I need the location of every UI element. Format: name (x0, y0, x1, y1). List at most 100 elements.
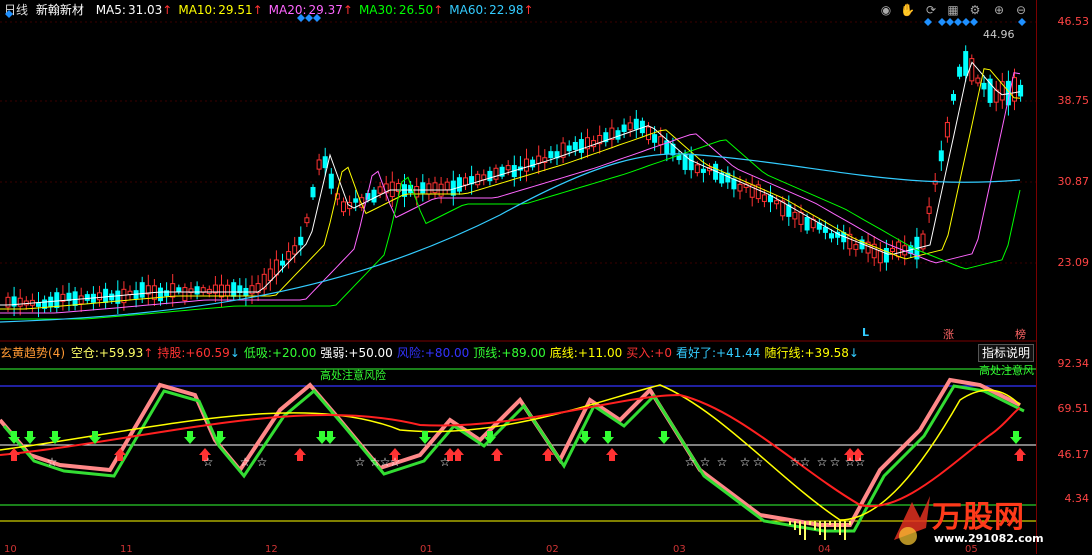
candle-body (572, 141, 578, 150)
candle-body (853, 244, 859, 250)
star-icon: ☆ (717, 455, 728, 469)
signal-diamond-icon (1018, 18, 1026, 26)
indicator-label: 底线: (549, 346, 578, 360)
signal-diamond-icon (305, 14, 313, 22)
indicator-axis-label: 92.34 (1057, 357, 1090, 370)
candle-body (103, 288, 109, 303)
month-label: 12 (265, 544, 278, 555)
indicator-axis-label: 46.17 (1057, 448, 1090, 461)
star-icon: ☆ (800, 455, 811, 469)
candle-body (804, 216, 810, 231)
watermark-url: www.291082.com (934, 532, 1044, 545)
indicator-readout: 强弱:+50.00 (320, 346, 392, 360)
candle-body (78, 295, 84, 305)
chart-window: 日线 新翰新材 MA5: 31.03↑ MA10: 29.51↑ MA20: 29.37↑… (0, 0, 1092, 555)
indicator-readout: 看好了:+41.44 (676, 346, 760, 360)
star-icon: ☆ (830, 455, 841, 469)
chart-canvas[interactable]: ☆ ☆ ☆ ☆ ☆ ☆ ☆ ☆ ☆ ☆ ☆ ☆ ☆ ☆ ☆ ☆ ☆ ☆ ☆ ☆ (0, 0, 1036, 554)
signal-diamond-icon (938, 18, 946, 26)
indicator-value: +80.00 (424, 346, 470, 360)
candle-body (219, 284, 224, 298)
candle-body (737, 183, 743, 192)
signal-diamond-icon (946, 18, 954, 26)
indicator-readout: 随行线:+39.58↓ (764, 346, 859, 360)
indicator-readout: 低吸:+20.00 (244, 346, 316, 360)
candle-body (975, 77, 981, 84)
candle-body (627, 122, 633, 131)
candle-body (158, 287, 163, 302)
candle-body (688, 154, 694, 171)
candle-body (353, 198, 359, 203)
candle-body (292, 245, 298, 255)
candle-body (621, 124, 627, 132)
candle-body (944, 122, 950, 138)
signal-diamond-icon (5, 10, 13, 18)
candle-body (792, 211, 798, 220)
candle-body (231, 282, 237, 297)
low-marker: L (862, 326, 870, 339)
candle-body (286, 251, 292, 260)
candle-body (371, 189, 377, 203)
candle-body (170, 283, 176, 298)
star-icon: ☆ (47, 455, 58, 469)
candle-body (761, 194, 767, 202)
candle-body (316, 159, 322, 170)
candle-body (798, 211, 804, 225)
indicator-label: 顶线: (473, 346, 502, 360)
candle-body (700, 168, 706, 173)
star-icon: ☆ (203, 455, 214, 469)
indicator-value: +41.44 (716, 346, 761, 360)
candle-body (23, 300, 29, 306)
indicator-name[interactable]: 玄黄趋势(4) (0, 346, 65, 360)
candle-body (951, 94, 956, 101)
candle-body (426, 183, 432, 195)
buy-arrow-icon (1014, 448, 1026, 461)
candle-body (658, 136, 664, 146)
sell-arrow-icon (184, 431, 196, 444)
ma20-line (0, 72, 1021, 314)
indicator-label: 强弱: (320, 346, 349, 360)
signal-diamond-icon (313, 14, 321, 22)
candle-body (389, 181, 395, 197)
candle-body (829, 233, 834, 239)
indicator-readout: 底线:+11.00 (550, 346, 622, 360)
candle-body (938, 150, 944, 162)
indicator-axis-label: 4.34 (1064, 492, 1090, 505)
indicator-label: 持股: (157, 346, 186, 360)
sell-arrow-icon (658, 431, 670, 444)
indicator-header: 玄黄趋势(4) 空仓:+59.93↑ 持股:+60.59↓ 低吸:+20.00 强弱:… (0, 344, 867, 362)
indicator-readout: 持股:+60.59↓ (157, 346, 240, 360)
price-axis-label: 30.87 (1057, 175, 1090, 188)
indicator-arrow: ↑ (143, 346, 154, 360)
candle-body (322, 156, 328, 169)
month-label: 10 (4, 544, 17, 555)
candle-body (109, 293, 115, 301)
month-label: 11 (120, 544, 133, 555)
candle-body (304, 217, 310, 224)
candle-body (578, 139, 584, 153)
indicator-value: +11.00 (577, 346, 623, 360)
indicator-label: 风险: (396, 346, 425, 360)
candle-body (493, 167, 499, 180)
price-axis: 46.53 38.75 30.87 23.09 92.34 69.51 46.1… (1036, 0, 1092, 554)
candle-body (310, 186, 316, 198)
candle-body (1018, 84, 1024, 97)
indicator-help-button[interactable]: 指标说明 (978, 344, 1035, 362)
candle-body (17, 297, 23, 307)
candle-body (267, 268, 273, 281)
indicator-value: +20.00 (271, 346, 317, 360)
star-icon: ☆ (740, 455, 751, 469)
candle-body (487, 170, 493, 182)
indicator-label: 低吸: (243, 346, 272, 360)
sell-arrow-icon (24, 431, 36, 444)
watermark-logo: 万股网 www.291082.com (888, 488, 1044, 550)
follow-line (0, 384, 1021, 521)
indicator-axis-label: 69.51 (1057, 402, 1090, 415)
signal-diamond-icon (970, 18, 978, 26)
candle-body (249, 285, 255, 295)
candle-body (981, 82, 987, 90)
indicator-label: 随行线: (764, 346, 805, 360)
indicator-readout: 买入:+0 (626, 346, 672, 360)
star-icon: ☆ (855, 455, 866, 469)
candle-body (444, 181, 450, 191)
